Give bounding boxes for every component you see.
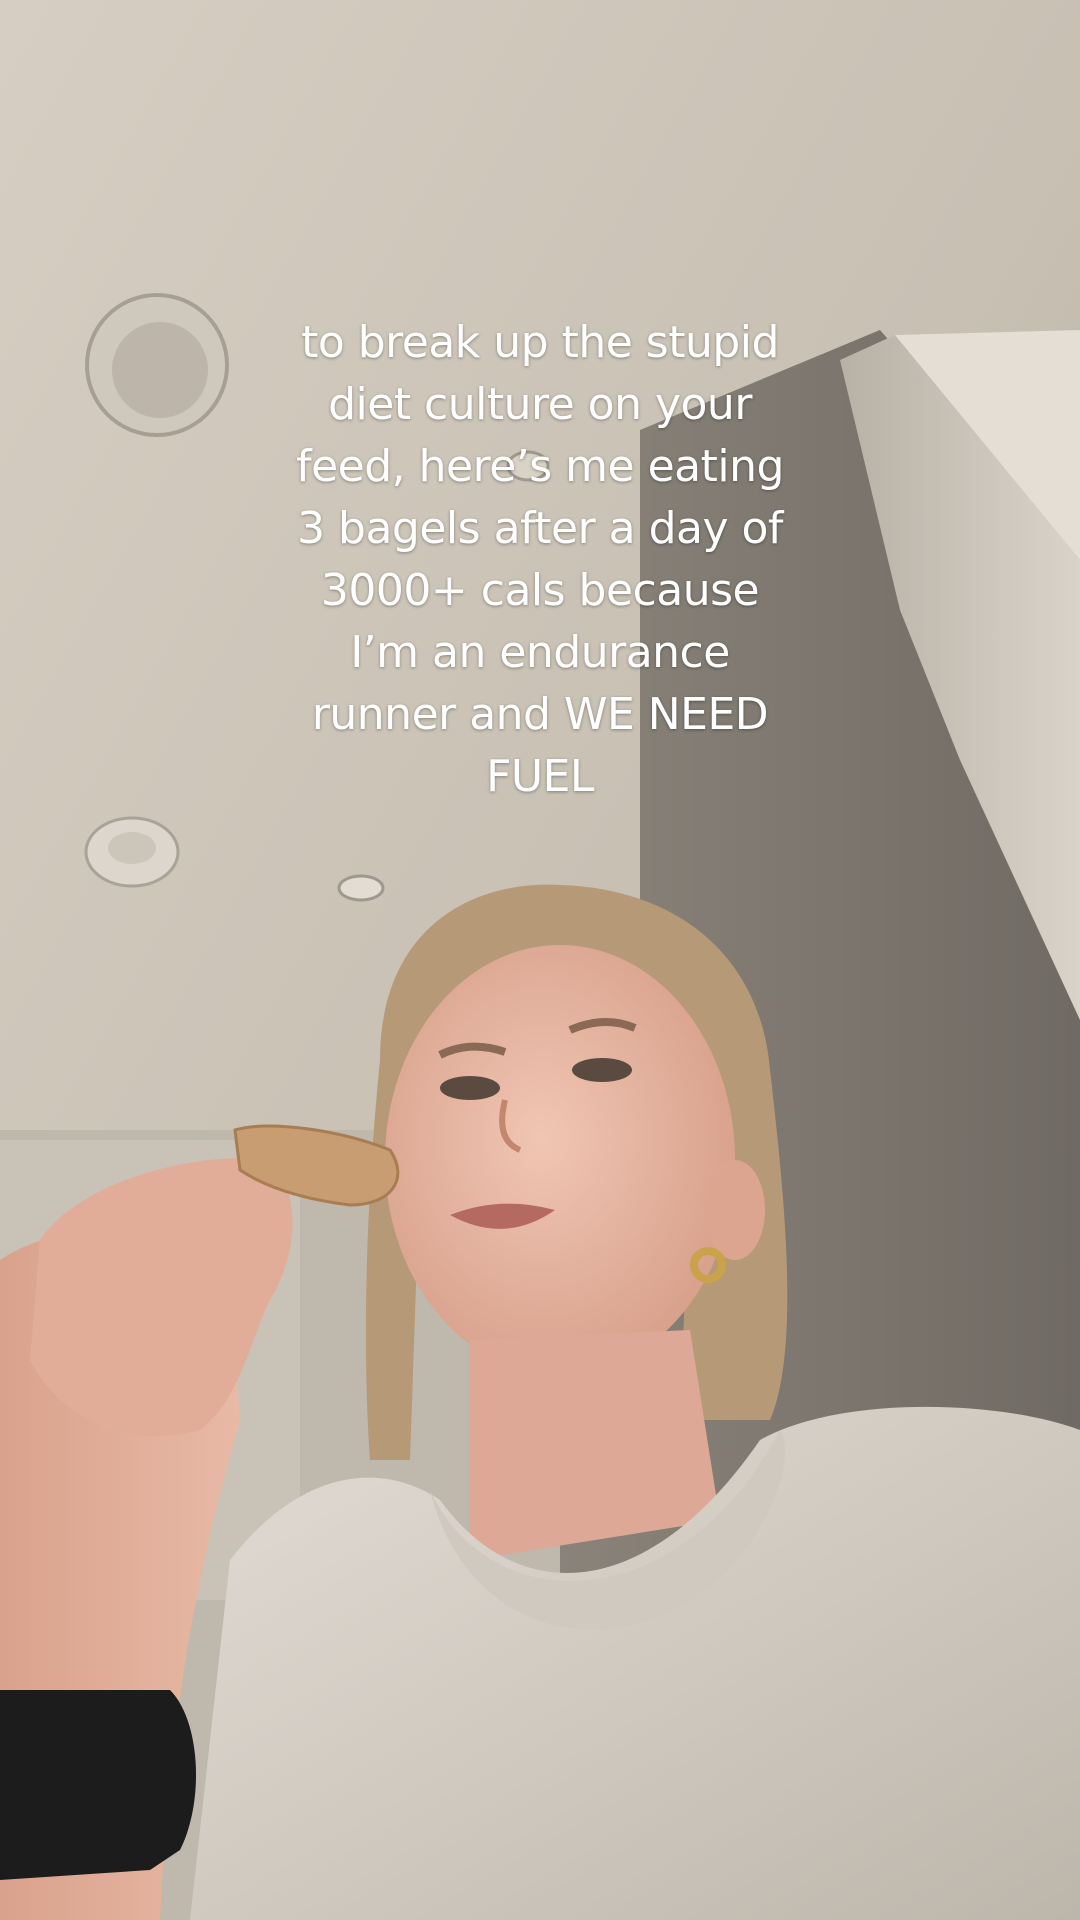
caption-line: FUEL <box>486 751 594 802</box>
caption-line: diet culture on your <box>328 379 752 430</box>
recessed-light <box>337 874 385 902</box>
video-caption: to break up the stupid diet culture on y… <box>240 312 840 808</box>
black-watch <box>0 1690 197 1880</box>
eye <box>572 1058 632 1082</box>
caption-line: feed, here’s me eating <box>296 441 784 492</box>
face <box>385 945 735 1375</box>
caption-line: 3000+ cals because <box>320 565 760 616</box>
video-frame <box>0 0 1080 1920</box>
caption-line: I’m an endurance <box>350 627 730 678</box>
caption-line: runner and WE NEED <box>311 689 769 740</box>
smoke-detector <box>84 816 180 888</box>
ear <box>705 1160 765 1260</box>
neck <box>470 1330 720 1560</box>
caption-line: to break up the stupid <box>301 317 779 368</box>
eye <box>440 1076 500 1100</box>
caption-line: 3 bagels after a day of <box>297 503 783 554</box>
ceiling-vent <box>85 293 229 437</box>
